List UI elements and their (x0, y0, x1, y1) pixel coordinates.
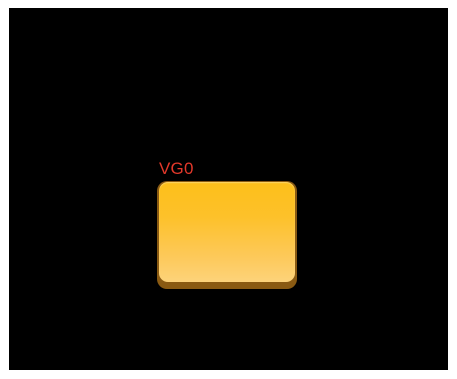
volume-group-label: VG0 (159, 159, 194, 178)
volume-group-block[interactable] (157, 181, 297, 289)
canvas-area: VG0 (9, 8, 448, 370)
volume-group-node[interactable]: VG0 (157, 159, 299, 293)
volume-group-block-face (159, 182, 295, 282)
